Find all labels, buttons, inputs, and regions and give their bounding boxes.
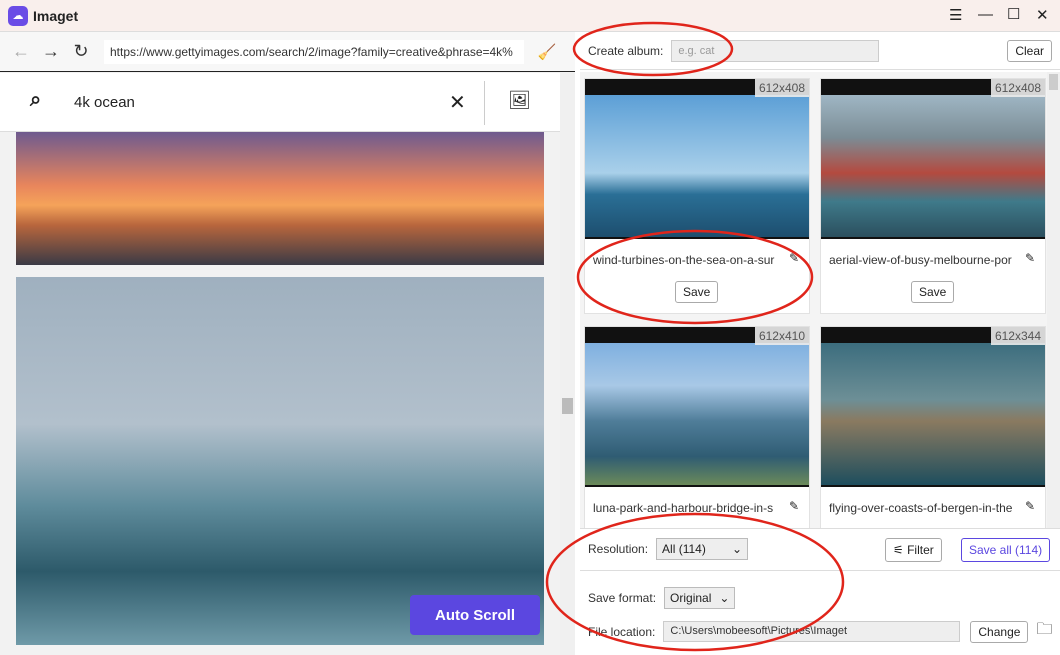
- refresh-icon[interactable]: ↻: [66, 41, 96, 62]
- minimize-icon[interactable]: —: [978, 6, 993, 23]
- chevron-down-icon: ⌄: [731, 542, 743, 556]
- browser-toolbar: ← → ↻ https://www.gettyimages.com/search…: [0, 32, 575, 72]
- back-icon[interactable]: ←: [6, 41, 36, 62]
- image-card: 612x410 luna-park-and-harbour-bridge-in-…: [584, 326, 810, 528]
- chevron-down-icon: ⌄: [719, 591, 730, 605]
- album-row: Create album: e.g. cat Clear: [580, 32, 1060, 70]
- browser-panel: ← → ↻ https://www.gettyimages.com/search…: [0, 32, 575, 655]
- image-card: 612x408 wind-turbines-on-the-sea-on-a-su…: [584, 78, 810, 314]
- resolution-badge: 612x344: [990, 327, 1045, 345]
- image-search-icon[interactable]: 🖼: [508, 90, 531, 111]
- file-location-label: File location:: [588, 624, 656, 639]
- app-title: Imaget: [33, 7, 79, 24]
- save-format-select[interactable]: Original ⌄: [664, 587, 736, 609]
- close-icon[interactable]: ✕: [1036, 6, 1049, 24]
- album-input[interactable]: e.g. cat: [671, 39, 880, 62]
- resolution-label: Resolution:: [588, 542, 649, 556]
- save-all-button[interactable]: Save all (114): [961, 538, 1051, 562]
- app-logo-icon: ☁: [8, 5, 28, 26]
- save-format-value: Original: [670, 591, 712, 605]
- image-card: 612x408 aerial-view-of-busy-melbourne-po…: [820, 78, 1046, 314]
- save-format-label: Save format:: [588, 591, 657, 605]
- folder-icon[interactable]: 🗀: [1036, 618, 1052, 645]
- search-icon: ⌕: [30, 89, 42, 111]
- clear-button[interactable]: Clear: [1007, 39, 1052, 62]
- bottom-panel: Resolution: All (114) ⌄ ⚟ Filter Save all…: [580, 528, 1060, 655]
- menu-icon[interactable]: ☰: [949, 6, 962, 24]
- edit-icon[interactable]: ✎: [789, 251, 799, 265]
- maximize-icon[interactable]: ☐: [1007, 5, 1020, 23]
- clear-search-icon[interactable]: ✕: [449, 90, 466, 115]
- album-label: Create album:: [588, 43, 664, 58]
- auto-scroll-button[interactable]: Auto Scroll: [410, 595, 540, 635]
- save-button[interactable]: Save: [675, 281, 719, 303]
- scroll-thumb[interactable]: [562, 398, 573, 414]
- filter-icon: ⚟: [893, 543, 908, 557]
- edit-icon[interactable]: ✎: [789, 499, 799, 513]
- clean-brush-icon[interactable]: 🧹: [532, 43, 562, 61]
- imaget-panel: Create album: e.g. cat Clear 612x408 win…: [580, 32, 1060, 655]
- resolution-badge: 612x410: [754, 327, 809, 345]
- file-name: flying-over-coasts-of-bergen-in-the: [829, 501, 1013, 515]
- search-input[interactable]: 4k ocean: [74, 94, 135, 111]
- divider: [580, 570, 1060, 571]
- change-location-button[interactable]: Change: [970, 620, 1029, 643]
- thumbnail[interactable]: [821, 95, 1045, 237]
- resolution-select[interactable]: All (114) ⌄: [656, 538, 749, 560]
- image-grid: 612x408 wind-turbines-on-the-sea-on-a-su…: [580, 72, 1047, 528]
- thumbnail[interactable]: [821, 343, 1045, 485]
- thumbnail[interactable]: [585, 95, 809, 237]
- file-name: luna-park-and-harbour-bridge-in-s: [593, 501, 774, 515]
- title-bar: ☁ Imaget ☰ — ☐ ✕: [0, 0, 1060, 32]
- save-button[interactable]: Save: [911, 281, 955, 303]
- forward-icon[interactable]: →: [36, 41, 66, 62]
- search-result-image-city-sunset[interactable]: [16, 132, 544, 265]
- edit-icon[interactable]: ✎: [1025, 251, 1035, 265]
- divider: [484, 81, 485, 125]
- file-name: wind-turbines-on-the-sea-on-a-sur: [593, 253, 775, 267]
- scroll-thumb[interactable]: [1049, 74, 1058, 90]
- url-input[interactable]: https://www.gettyimages.com/search/2/ima…: [104, 39, 524, 64]
- search-bar: ⌕ 4k ocean ✕ 🖼: [0, 73, 560, 132]
- image-card: 612x344 flying-over-coasts-of-bergen-in-…: [820, 326, 1046, 528]
- filter-label: Filter: [907, 543, 934, 557]
- edit-icon[interactable]: ✎: [1025, 499, 1035, 513]
- thumbnail[interactable]: [585, 343, 809, 485]
- resolution-value: All (114): [662, 542, 706, 556]
- file-name: aerial-view-of-busy-melbourne-por: [829, 253, 1012, 267]
- grid-scrollbar[interactable]: [1047, 72, 1060, 528]
- resolution-badge: 612x408: [754, 79, 809, 97]
- resolution-badge: 612x408: [990, 79, 1045, 97]
- file-location-input[interactable]: C:\Users\mobeesoft\Pictures\Imaget: [663, 621, 961, 642]
- filter-button[interactable]: ⚟ Filter: [885, 538, 942, 562]
- search-result-image-seabirds-ocean[interactable]: [16, 277, 544, 645]
- browser-scrollbar[interactable]: [560, 73, 575, 655]
